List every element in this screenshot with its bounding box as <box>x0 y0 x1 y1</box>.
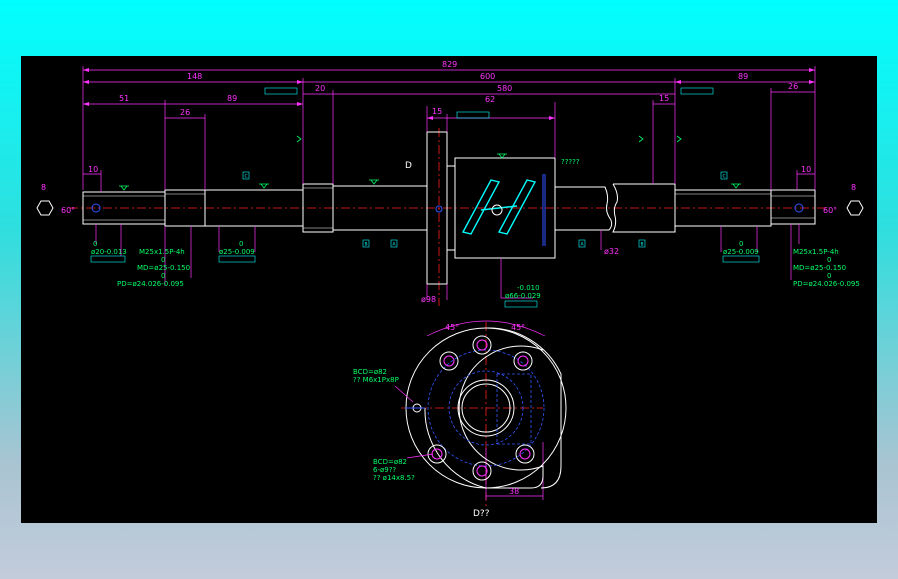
dim-angle-b: 45° <box>511 323 525 332</box>
gdt-box-left-journal <box>90 255 126 263</box>
right-pd: PD=ø24.026-0.095 <box>793 280 860 288</box>
dim-right-26: 26 <box>788 82 798 91</box>
bolt-holes-note: 6-ø9?? <box>373 466 396 474</box>
left-thread: M25x1.5P-4h <box>139 248 185 256</box>
datum-c-left: C <box>245 174 248 180</box>
left-pd-zero: 0 <box>161 272 165 280</box>
right-md: MD=ø25-0.150 <box>793 264 846 272</box>
dim-left-20: 20 <box>315 84 325 93</box>
dim-left-10: 10 <box>88 165 98 174</box>
dim-left-89: 89 <box>227 94 237 103</box>
gdt-box-left-bearing <box>218 255 256 263</box>
left-bearing-zero: 0 <box>239 240 243 248</box>
datum-c-right: C <box>723 174 726 180</box>
cad-drawing: 829 148 600 89 51 26 89 20 580 15 62 15 … <box>36 60 864 519</box>
dim-angle-right: 60° <box>823 206 837 215</box>
gdt-box-nut <box>504 300 538 308</box>
dim-flange-dia: ø98 <box>421 295 436 304</box>
dim-nut-15: 15 <box>432 107 442 116</box>
left-pd: PD=ø24.026-0.095 <box>117 280 184 288</box>
dim-left-26: 26 <box>180 108 190 117</box>
right-bearing-tol: ø25-0.009 <box>723 248 759 256</box>
left-journal-tol: ø20-0.013 <box>91 248 127 256</box>
gdt-box-right-bearing <box>722 255 760 263</box>
datum-a-right: A <box>581 242 585 248</box>
datum-b-left: B <box>365 242 368 248</box>
section-title: D?? <box>473 509 490 519</box>
right-pd-zero: 0 <box>827 272 831 280</box>
dim-angle-left: 60° <box>61 206 75 215</box>
dim-angle-a: 45° <box>445 323 459 332</box>
bcd-2: BCD=ø82 <box>373 458 407 466</box>
dim-right-10: 10 <box>801 165 811 174</box>
counterbore-note: ?? ø14x8.5? <box>373 474 415 482</box>
dim-hex-left: 8 <box>41 183 46 192</box>
oil-hole: ?? M6x1Px8P <box>353 376 399 384</box>
nut-tol: ø66-0.029 <box>505 292 541 300</box>
datum-b-right: B <box>641 242 644 248</box>
right-bearing-zero: 0 <box>739 240 743 248</box>
dim-nut-62: 62 <box>485 95 495 104</box>
left-md-zero: 0 <box>161 256 165 264</box>
dim-shaft-580: 580 <box>497 84 512 93</box>
dim-right-15: 15 <box>659 94 669 103</box>
dim-overall: 829 <box>442 60 457 69</box>
dim-left-51: 51 <box>119 94 129 103</box>
bcd-1: BCD=ø82 <box>353 368 387 376</box>
dim-flange-38: 38 <box>509 487 519 496</box>
left-bearing-tol: ø25-0.009 <box>219 248 255 256</box>
nut-note: ????? <box>561 158 580 166</box>
datum-a-left: A <box>393 242 397 248</box>
dim-left-end: 148 <box>187 72 202 81</box>
d-marker: D <box>405 161 412 171</box>
cad-viewport[interactable]: 829 148 600 89 51 26 89 20 580 15 62 15 … <box>21 56 877 523</box>
right-md-zero: 0 <box>827 256 831 264</box>
dim-right-end: 89 <box>738 72 748 81</box>
dim-thread-len: 600 <box>480 72 495 81</box>
nut-tol-top: -0.010 <box>517 284 540 292</box>
section-leaders <box>394 385 434 459</box>
dim-shaft-dia: ø32 <box>604 247 619 256</box>
surface-finish-icons <box>119 135 741 191</box>
dim-hex-right: 8 <box>851 183 856 192</box>
left-journal-zero: 0 <box>93 240 97 248</box>
left-md: MD=ø25-0.150 <box>137 264 190 272</box>
nut-return-tube-icon <box>461 179 537 235</box>
right-thread: M25x1.5P-4h <box>793 248 839 256</box>
dimension-lines <box>82 66 816 500</box>
